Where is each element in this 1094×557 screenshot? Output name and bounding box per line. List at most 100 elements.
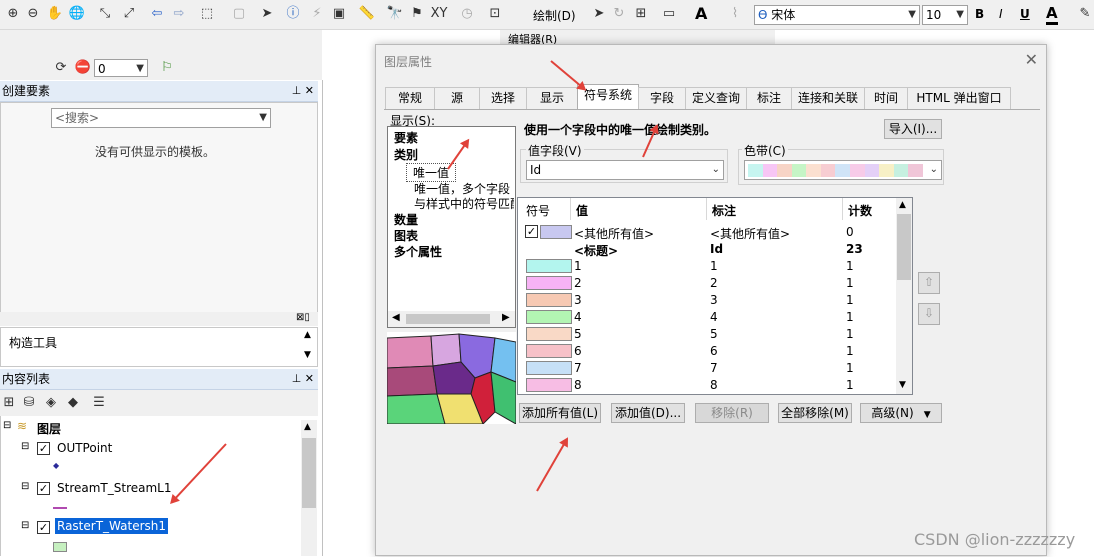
highlight-icon[interactable]: ✎ <box>1076 5 1094 23</box>
grid-row[interactable]: 6 6 1 <box>518 343 896 360</box>
tab-labels[interactable]: 标注 <box>746 87 792 109</box>
font-name-select[interactable]: Ɵ 宋体 ▼ <box>754 5 920 25</box>
list-by-selection-icon[interactable]: ◆ <box>64 394 82 412</box>
show-item-quantities[interactable]: 数量 <box>394 211 418 228</box>
create-viewer-icon[interactable]: ⊡ <box>486 5 504 23</box>
column-label[interactable]: 标注 <box>712 202 736 219</box>
template-search-input[interactable]: <搜索> ▼ <box>51 108 271 128</box>
flag-icon[interactable]: ⚐ <box>158 59 176 77</box>
add-values-button[interactable]: 添加值(D)... <box>611 403 685 423</box>
grid-row[interactable]: 4 4 1 <box>518 309 896 326</box>
collapse-icon[interactable]: ⊟ <box>21 481 29 492</box>
scroll-up-icon[interactable]: ▲ <box>304 330 311 340</box>
pin-close-icon[interactable]: ⊥ ✕ <box>292 369 314 389</box>
show-item-multiple-attributes[interactable]: 多个属性 <box>394 243 442 260</box>
remove-button[interactable]: 移除(R) <box>695 403 769 423</box>
collapse-icon[interactable]: ⊟ <box>3 420 11 431</box>
scroll-up-icon[interactable]: ▲ <box>304 422 311 432</box>
scroll-left-icon[interactable]: ◀ <box>392 312 400 323</box>
time-slider-icon[interactable]: ◷ <box>458 5 476 23</box>
value-field-select[interactable]: Id ⌄ <box>526 160 724 180</box>
symbol-swatch[interactable] <box>526 361 572 375</box>
symbol-swatch[interactable] <box>526 378 572 392</box>
collapse-icon[interactable]: ⊟ <box>21 441 29 452</box>
grid-row[interactable]: 1 1 1 <box>518 258 896 275</box>
hyperlink-icon[interactable]: ⚡ <box>308 5 326 23</box>
symbol-swatch[interactable] <box>526 310 572 324</box>
row-checkbox[interactable]: ✓ <box>525 225 538 238</box>
scroll-up-icon[interactable]: ▲ <box>899 200 906 210</box>
text-tool[interactable]: A <box>695 4 707 23</box>
tab-selection[interactable]: 选择 <box>479 87 527 109</box>
column-value[interactable]: 值 <box>576 202 588 219</box>
symbol-swatch[interactable] <box>526 293 572 307</box>
font-color-button[interactable]: A <box>1046 4 1058 25</box>
symbol-swatch[interactable] <box>540 225 572 239</box>
tab-html-popup[interactable]: HTML 弹出窗口 <box>907 87 1011 109</box>
column-symbol[interactable]: 符号 <box>526 202 550 219</box>
close-icon[interactable]: ✕ <box>1025 50 1038 69</box>
options-icon[interactable]: ☰ <box>90 394 108 412</box>
layer-item[interactable]: ⊟ ✓ StreamT_StreamL1 <box>1 479 301 509</box>
layer-visibility-checkbox[interactable]: ✓ <box>37 482 50 495</box>
tab-display[interactable]: 显示 <box>526 87 578 109</box>
zoom-in-icon[interactable]: ⊕ <box>4 5 22 23</box>
layer-item[interactable]: ⊟ ✓ RasterT_Watersh1 <box>1 518 301 552</box>
spin-select[interactable]: 0 ▼ <box>94 59 148 77</box>
scroll-down-icon[interactable]: ▼ <box>304 350 311 360</box>
toc-scrollbar[interactable]: ▲ <box>301 420 317 556</box>
find-icon[interactable]: 🔭 <box>386 5 404 23</box>
identify-icon[interactable]: ⓘ <box>284 5 302 23</box>
move-up-button[interactable]: ⇧ <box>918 272 940 294</box>
full-extent-icon[interactable]: ⤢ <box>120 5 138 23</box>
back-icon[interactable]: ⇦ <box>148 5 166 23</box>
layers-root[interactable]: ⊟ ≋ 图层 <box>1 418 301 438</box>
grid-row[interactable]: 5 5 1 <box>518 326 896 343</box>
underline-button[interactable]: U <box>1020 7 1030 21</box>
symbol-swatch[interactable] <box>526 276 572 290</box>
move-down-button[interactable]: ⇩ <box>918 303 940 325</box>
forward-icon[interactable]: ⇨ <box>170 5 188 23</box>
list-by-source-icon[interactable]: ⛁ <box>20 394 38 412</box>
list-by-drawing-order-icon[interactable]: ⊞ <box>0 394 18 412</box>
add-all-values-button[interactable]: 添加所有值(L) <box>519 403 601 423</box>
panel-splitter[interactable]: ⊠▯ <box>0 312 318 326</box>
zoom-out-icon[interactable]: ⊖ <box>24 5 42 23</box>
collapse-icon[interactable]: ⊠▯ <box>296 312 310 323</box>
column-count[interactable]: 计数 <box>848 202 872 219</box>
grid-row[interactable]: 7 7 1 <box>518 360 896 377</box>
select-arrow-icon[interactable]: ➤ <box>590 5 608 23</box>
fixed-zoom-in-icon[interactable]: ⤡ <box>96 5 114 23</box>
select-elements-icon[interactable]: ➤ <box>258 5 276 23</box>
show-item-categories[interactable]: 类别 <box>394 146 418 163</box>
layer-visibility-checkbox[interactable]: ✓ <box>37 442 50 455</box>
tab-time[interactable]: 时间 <box>864 87 908 109</box>
grid-scrollbar[interactable]: ▲ ▼ <box>896 198 912 394</box>
grid-row[interactable]: 2 2 1 <box>518 275 896 292</box>
measure-icon[interactable]: 📏 <box>358 5 376 23</box>
rectangle-icon[interactable]: ▭ <box>660 5 678 23</box>
grid-row[interactable]: ✓ <其他所有值> <其他所有值> 0 <box>518 224 896 241</box>
tab-source[interactable]: 源 <box>434 87 480 109</box>
symbol-swatch[interactable] <box>526 344 572 358</box>
tab-definition-query[interactable]: 定义查询 <box>685 87 747 109</box>
tab-general[interactable]: 常规 <box>385 87 435 109</box>
import-button[interactable]: 导入(I)... <box>884 119 942 139</box>
advanced-button[interactable]: 高级(N) ▼ <box>860 403 942 423</box>
html-popup-icon[interactable]: ▣ <box>330 5 348 23</box>
find-route-icon[interactable]: ⚑ <box>408 5 426 23</box>
rotate-icon[interactable]: ↻ <box>610 5 628 23</box>
collapse-icon[interactable]: ⊟ <box>21 520 29 531</box>
stop-icon[interactable]: ⛔ <box>74 59 92 77</box>
pin-close-icon[interactable]: ⊥ ✕ <box>292 81 314 101</box>
symbol-swatch[interactable] <box>526 259 572 273</box>
layer-visibility-checkbox[interactable]: ✓ <box>37 521 50 534</box>
scroll-thumb[interactable] <box>302 438 316 508</box>
scroll-thumb[interactable] <box>406 314 490 324</box>
refresh-icon[interactable]: ⟳ <box>52 59 70 77</box>
zoom-whole-page-icon[interactable]: ⊞ <box>632 5 650 23</box>
show-item-match-style[interactable]: 与样式中的符号匹配 <box>414 195 514 212</box>
grid-row[interactable]: 3 3 1 <box>518 292 896 309</box>
remove-all-button[interactable]: 全部移除(M) <box>778 403 852 423</box>
tab-fields[interactable]: 字段 <box>638 87 686 109</box>
